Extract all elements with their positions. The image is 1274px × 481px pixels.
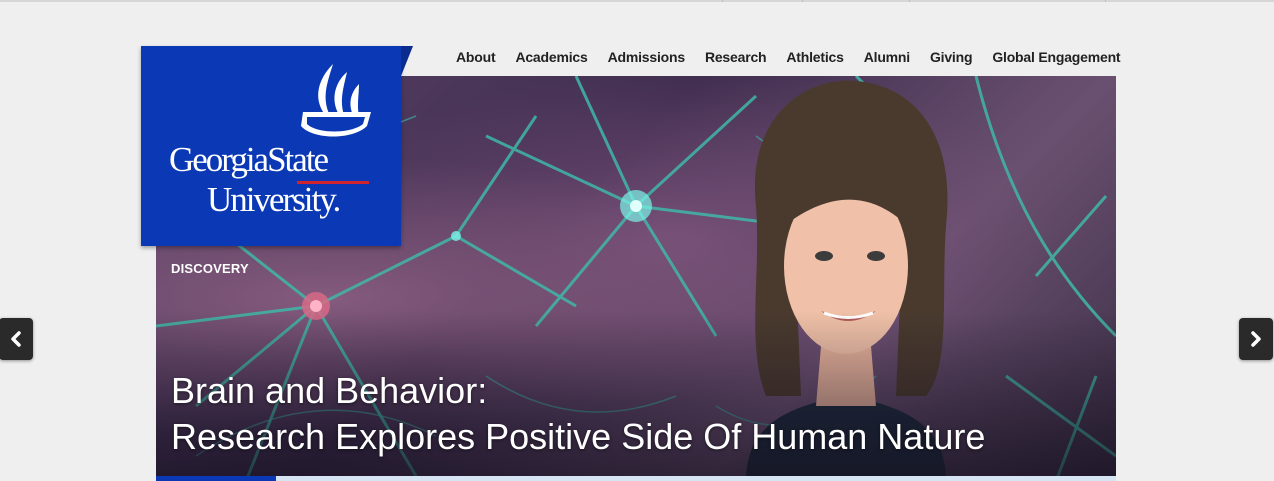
chevron-left-icon: [11, 331, 21, 347]
slide-headline[interactable]: Brain and Behavior: Research Explores Po…: [171, 368, 985, 460]
slide-progress-fill: [156, 476, 276, 481]
nav-item-academics[interactable]: Academics: [515, 49, 587, 69]
nav-item-about[interactable]: About: [456, 49, 496, 69]
nav-item-athletics[interactable]: Athletics: [786, 49, 844, 69]
top-bar: [0, 0, 1274, 2]
nav-item-giving[interactable]: Giving: [930, 49, 973, 69]
main-nav: About Academics Admissions Research Athl…: [456, 49, 1121, 69]
slide-category[interactable]: DISCOVERY: [171, 261, 249, 276]
top-bar-divider: [1105, 0, 1106, 2]
university-logo[interactable]: GeorgiaState University.: [141, 46, 401, 246]
top-bar-divider: [909, 0, 910, 2]
next-slide-button[interactable]: [1239, 318, 1273, 360]
slide-progress-bar: [156, 476, 1116, 481]
logo-text-georgia-state: GeorgiaState: [169, 140, 329, 179]
top-bar-divider: [802, 0, 803, 2]
previous-slide-button[interactable]: [0, 318, 33, 360]
logo-text-university: University.: [207, 180, 341, 219]
top-bar-divider: [722, 0, 723, 2]
logo-fold: [401, 46, 413, 76]
nav-item-research[interactable]: Research: [705, 49, 767, 69]
nav-item-admissions[interactable]: Admissions: [608, 49, 686, 69]
nav-item-alumni[interactable]: Alumni: [864, 49, 910, 69]
nav-item-global-engagement[interactable]: Global Engagement: [992, 49, 1120, 69]
headline-line-2: Research Explores Positive Side Of Human…: [171, 416, 986, 457]
flame-icon: [301, 64, 371, 137]
headline-line-1: Brain and Behavior:: [171, 370, 488, 411]
chevron-right-icon: [1251, 331, 1261, 347]
